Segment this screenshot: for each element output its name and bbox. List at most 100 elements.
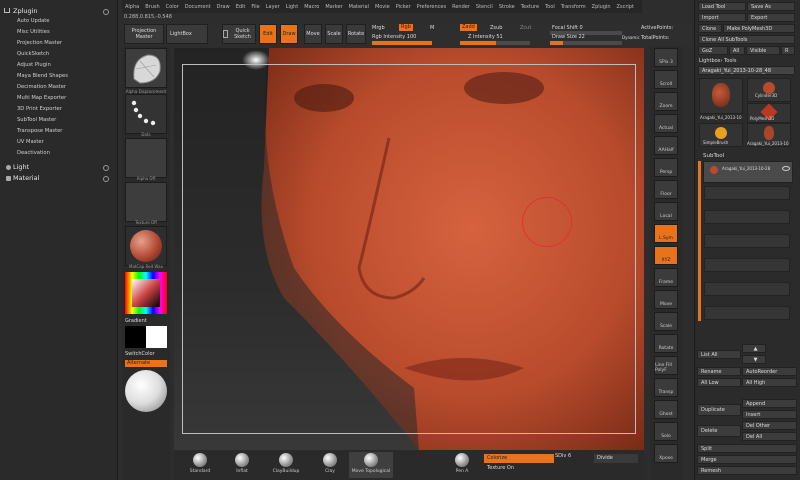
colorize-button[interactable]: Colorize	[484, 454, 554, 463]
clone-all-subtools-button[interactable]: Clone All SubTools	[698, 35, 795, 44]
brush-slot[interactable]: Move Topological	[349, 452, 393, 478]
menu-item[interactable]: Macro	[301, 4, 322, 10]
draw-mode-button[interactable]: Draw	[280, 24, 298, 44]
tool-thumb-cylinder[interactable]	[747, 78, 791, 102]
visible-button[interactable]: Visible	[746, 46, 780, 55]
view-button[interactable]: Scroll	[654, 70, 678, 89]
menu-item[interactable]: Color	[163, 4, 182, 10]
viewport[interactable]	[174, 48, 644, 450]
delete-button[interactable]: Delete	[697, 425, 741, 437]
subtool-slot[interactable]	[704, 258, 790, 272]
goz-all-button[interactable]: All	[729, 46, 745, 55]
alpha-tile[interactable]	[125, 138, 167, 178]
subtool-header[interactable]: SubTool	[703, 153, 724, 159]
del-all-button[interactable]: Del All	[742, 432, 797, 441]
dynamic-toggle[interactable]: Dynamic	[622, 35, 640, 40]
subtool-slot[interactable]	[704, 282, 790, 296]
gradient-swatch[interactable]	[125, 326, 167, 348]
subtool-slot[interactable]	[704, 234, 790, 248]
projection-master-button[interactable]: Projection Master	[124, 24, 164, 44]
view-button[interactable]: Move	[654, 290, 678, 309]
append-button[interactable]: Append	[742, 399, 797, 408]
brush-slot[interactable]: Inflat	[222, 452, 262, 478]
scale-mode-button[interactable]: Scale	[325, 24, 343, 44]
goz-button[interactable]: GoZ	[698, 46, 728, 55]
menu-item[interactable]: Picker	[393, 4, 414, 10]
menu-item[interactable]: File	[248, 4, 262, 10]
lightbox-button[interactable]: LightBox	[166, 24, 208, 44]
plugin-menu-icon[interactable]	[4, 8, 10, 13]
plugin-item[interactable]: SubTool Master	[17, 117, 56, 123]
merge-button[interactable]: Merge	[697, 455, 797, 464]
r-button[interactable]: R	[781, 46, 795, 55]
make-polymesh-button[interactable]: Make PolyMesh3D	[723, 24, 795, 33]
view-button[interactable]: Frame	[654, 268, 678, 287]
divide-button[interactable]: Divide	[594, 454, 638, 463]
color-picker[interactable]	[125, 272, 167, 314]
subtool-selected-row[interactable]: Aragaki_Yui_2013-10-28	[703, 161, 793, 183]
brush-slot[interactable]: ClayBuildup	[266, 452, 306, 478]
remesh-button[interactable]: Remesh	[697, 466, 797, 475]
view-button[interactable]: Transp	[654, 378, 678, 397]
view-button[interactable]: Local	[654, 202, 678, 221]
view-button[interactable]: Line Fill PolyF	[654, 356, 678, 375]
save-as-button[interactable]: Save As	[747, 2, 795, 11]
plugin-item[interactable]: Misc Utilities	[17, 29, 50, 35]
move-mode-button[interactable]: Move	[304, 24, 322, 44]
plugin-item[interactable]: Transpose Master	[17, 128, 62, 134]
insert-button[interactable]: Insert	[742, 410, 797, 419]
view-button[interactable]: Solo	[654, 422, 678, 441]
color-picker-square[interactable]	[132, 279, 160, 307]
move-up-arrow-icon[interactable]: ▲	[742, 344, 766, 353]
view-button[interactable]: Persp	[654, 158, 678, 177]
menu-item[interactable]: Alpha	[122, 4, 142, 10]
view-button[interactable]: Actual	[654, 114, 678, 133]
load-tool-button[interactable]: Load Tool	[698, 2, 746, 11]
alpha-brush-tile[interactable]	[125, 48, 167, 88]
white-material-ball[interactable]	[125, 370, 167, 412]
menu-item[interactable]: Light	[283, 4, 301, 10]
menu-item[interactable]: Layer	[263, 4, 283, 10]
rotate-mode-button[interactable]: Rotate	[346, 24, 366, 44]
subtool-scrollbar[interactable]	[698, 161, 701, 321]
rgb-intensity-label[interactable]: Rgb Intensity 100	[372, 34, 416, 40]
plugin-item[interactable]: Multi Map Exporter	[17, 95, 66, 101]
draw-size-label[interactable]: Draw Size 22	[552, 34, 585, 40]
move-down-arrow-icon[interactable]: ▼	[742, 355, 766, 364]
zadd-toggle[interactable]: Zadd	[460, 24, 477, 31]
current-tool-name[interactable]: Aragaki_Yui_2013-10-28_48	[698, 66, 795, 75]
menu-item[interactable]: Edit	[233, 4, 249, 10]
switchcolor-label[interactable]: SwitchColor	[125, 351, 155, 357]
material-header[interactable]: Material	[13, 174, 39, 182]
rgb-toggle[interactable]: Rgb	[399, 24, 413, 31]
plugin-item[interactable]: Decimation Master	[17, 84, 66, 90]
menu-item[interactable]: Draw	[214, 4, 233, 10]
light-header[interactable]: Light	[13, 163, 29, 171]
tool-thumb-head[interactable]	[699, 78, 743, 114]
list-all-button[interactable]: List All	[697, 350, 741, 359]
subtool-visibility-icon[interactable]	[782, 166, 790, 171]
plugin-item[interactable]: Deactivation	[17, 150, 50, 156]
menu-item[interactable]: Transform	[558, 4, 589, 10]
view-button[interactable]: Xpose	[654, 444, 678, 463]
menu-item[interactable]: Preferences	[414, 4, 449, 10]
plugin-item[interactable]: Auto Update	[17, 18, 49, 24]
export-button[interactable]: Export	[747, 13, 795, 22]
menu-item[interactable]: Texture	[518, 4, 542, 10]
subtool-slot[interactable]	[704, 306, 790, 320]
gradient-label[interactable]: Gradient	[125, 318, 147, 324]
view-button[interactable]: XYZ	[654, 246, 678, 265]
menu-item[interactable]: Material	[346, 4, 372, 10]
view-button[interactable]: Ghost	[654, 400, 678, 419]
menu-item[interactable]: Tool	[542, 4, 558, 10]
m-toggle[interactable]: M	[430, 25, 434, 31]
document-canvas[interactable]	[174, 48, 644, 450]
menu-item[interactable]: Stroke	[496, 4, 518, 10]
split-button[interactable]: Split	[697, 444, 797, 453]
plugin-item[interactable]: 3D Print Exporter	[17, 106, 62, 112]
material-tile[interactable]	[125, 226, 167, 266]
zplugin-refresh-icon[interactable]	[103, 9, 109, 15]
light-refresh-icon[interactable]	[103, 165, 109, 171]
brush-slot[interactable]: Standard	[180, 452, 220, 478]
all-high-button[interactable]: All High	[742, 378, 797, 387]
